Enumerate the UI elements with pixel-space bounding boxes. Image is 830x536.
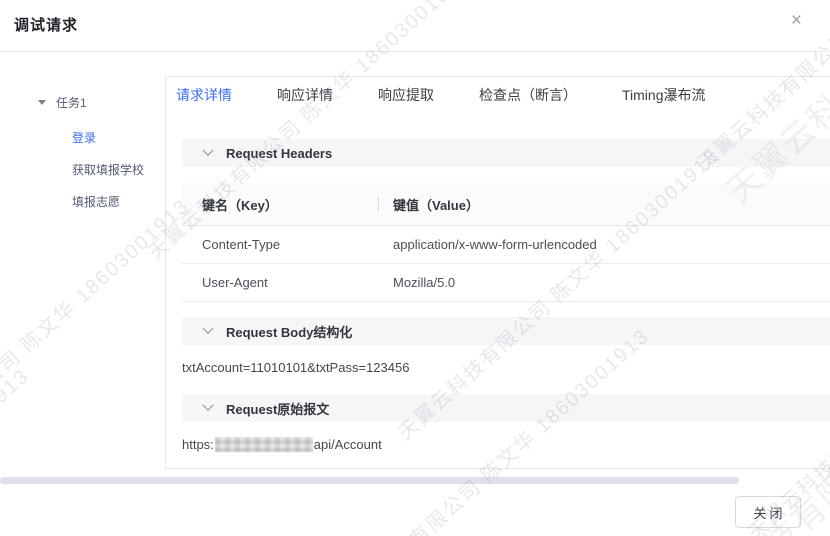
tree-item-fill-preference[interactable]: 填报志愿 — [72, 193, 120, 210]
tab-timing-waterfall[interactable]: Timing瀑布流 — [622, 85, 706, 105]
watermark-text: 天翼云科技有限公司 陈文华 18603001913 — [0, 364, 34, 536]
detail-panel: 请求详情 响应详情 响应提取 检查点（断言） Timing瀑布流 Request… — [165, 76, 830, 469]
tree-item-get-schools[interactable]: 获取填报学校 — [72, 161, 144, 178]
url-prefix: https: — [182, 437, 214, 452]
chevron-down-icon — [202, 399, 214, 411]
close-icon[interactable]: × — [791, 11, 802, 31]
section-request-body[interactable]: Request Body结构化 — [182, 317, 830, 345]
section-title: Request Headers — [226, 145, 333, 161]
close-button[interactable]: 关闭 — [735, 496, 801, 528]
horizontal-scrollbar[interactable] — [0, 477, 739, 484]
tree-item-login[interactable]: 登录 — [72, 129, 96, 146]
chevron-down-icon — [202, 144, 214, 156]
request-url-line: https: api/Account — [182, 437, 382, 452]
column-header-key: 键名（Key） — [202, 197, 278, 213]
header-value-cell: application/x-www-form-urlencoded — [393, 237, 597, 252]
tab-response-extract[interactable]: 响应提取 — [378, 85, 434, 105]
dialog-title: 调试请求 — [14, 17, 79, 34]
tree-node-task1[interactable]: 任务1 — [38, 94, 87, 111]
section-title: Request原始报文 — [226, 401, 330, 417]
table-row: Content-Type application/x-www-form-urle… — [182, 226, 830, 264]
tab-response-detail[interactable]: 响应详情 — [277, 85, 333, 105]
table-header-row: 键名（Key） 键值（Value） — [182, 183, 830, 226]
url-suffix: api/Account — [313, 437, 382, 452]
masked-url-segment — [214, 437, 313, 452]
section-title: Request Body结构化 — [226, 324, 353, 340]
column-header-value: 键值（Value） — [393, 197, 479, 213]
section-request-raw[interactable]: Request原始报文 — [182, 394, 830, 422]
tab-bar: 请求详情 响应详情 响应提取 检查点（断言） Timing瀑布流 — [176, 85, 706, 105]
chevron-down-icon — [202, 322, 214, 334]
header-value-cell: Mozilla/5.0 — [393, 275, 456, 290]
tab-request-detail[interactable]: 请求详情 — [176, 85, 232, 105]
caret-down-icon[interactable] — [38, 100, 46, 105]
tab-checkpoint-assert[interactable]: 检查点（断言） — [479, 85, 577, 105]
header-key-cell: Content-Type — [202, 237, 281, 252]
request-body-content: txtAccount=11010101&txtPass=123456 — [182, 360, 410, 375]
tree-node-label: 任务1 — [56, 96, 87, 110]
header-key-cell: User-Agent — [202, 275, 268, 290]
table-row: User-Agent Mozilla/5.0 — [182, 264, 830, 302]
debug-request-dialog: { "dialog": { "title": "调试请求", "close_ic… — [0, 0, 830, 536]
dialog-header: 调试请求 × — [0, 0, 830, 52]
section-request-headers[interactable]: Request Headers — [182, 139, 830, 167]
